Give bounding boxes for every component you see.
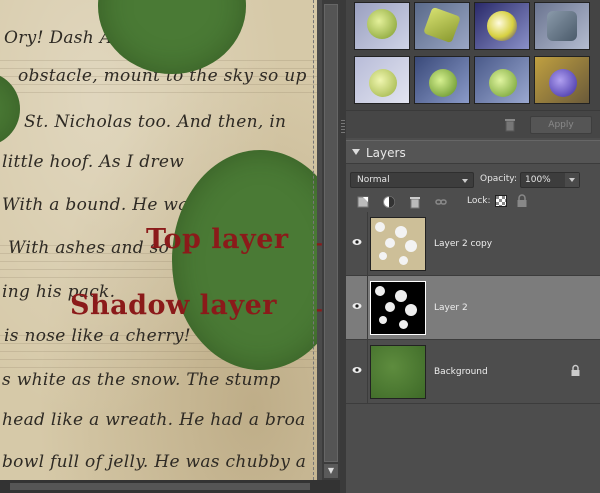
eye-icon[interactable] — [352, 302, 362, 310]
blend-mode-dropdown[interactable]: Normal — [350, 172, 474, 188]
chevron-down-icon — [462, 179, 468, 183]
layer-row-layer-2[interactable]: Layer 2 — [346, 276, 600, 340]
delete-layer-icon[interactable] — [408, 195, 422, 209]
new-layer-icon[interactable] — [356, 195, 370, 209]
vertical-scrollbar[interactable]: ▼ — [322, 0, 340, 480]
adjustment-layer-icon[interactable] — [382, 195, 396, 209]
apple-effect-1[interactable] — [354, 2, 410, 50]
scrollbar-thumb[interactable] — [10, 483, 310, 490]
layer-thumbnail — [370, 281, 426, 335]
layers-panel-header[interactable]: Layers — [346, 140, 600, 164]
script-line: head like a wreath. He had a broa — [2, 410, 306, 430]
layer-row-layer-2-copy[interactable]: Layer 2 copy — [346, 212, 600, 276]
apple-effect-4[interactable] — [534, 2, 590, 50]
collapse-triangle-icon[interactable] — [352, 149, 360, 155]
eye-icon[interactable] — [352, 366, 362, 374]
script-line: With a bound. He was — [2, 195, 198, 215]
horizontal-scrollbar[interactable] — [0, 480, 340, 493]
opacity-field[interactable]: 100% — [520, 172, 580, 188]
lock-all-icon[interactable] — [516, 194, 528, 208]
layers-toolbar: Lock: — [346, 192, 600, 212]
chevron-down-icon[interactable] — [565, 173, 579, 187]
layer-row-background[interactable]: Background — [346, 340, 600, 404]
lock-label: Lock: — [467, 196, 491, 206]
right-panel: Apply Layers Normal Opacity: 100% Lock: — [346, 0, 600, 493]
layer-thumbnail — [370, 345, 426, 399]
effects-toolbar: Apply — [346, 110, 600, 138]
apple-effect-3[interactable] — [474, 2, 530, 50]
script-line: s white as the snow. The stump — [2, 370, 281, 390]
apple-effect-7[interactable] — [474, 56, 530, 104]
script-line: little hoof. As I drew — [2, 152, 185, 172]
link-layers-icon[interactable] — [434, 195, 448, 209]
layer-name[interactable]: Layer 2 copy — [434, 239, 492, 249]
scrollbar-thumb[interactable] — [324, 4, 338, 462]
opacity-value: 100% — [525, 175, 551, 185]
blend-mode-value: Normal — [357, 175, 390, 185]
apple-effect-2[interactable] — [414, 2, 470, 50]
script-line: St. Nicholas too. And then, in — [24, 112, 287, 132]
apple-effect-8[interactable] — [534, 56, 590, 104]
top-layer-annotation: Top layer — [146, 224, 289, 255]
apply-button[interactable]: Apply — [530, 116, 592, 134]
divider — [367, 276, 368, 340]
layer-thumbnail — [370, 217, 426, 271]
scroll-down-arrow-icon[interactable]: ▼ — [324, 464, 338, 478]
layer-name[interactable]: Layer 2 — [434, 303, 468, 313]
layers-list: Layer 2 copy Layer 2 Background — [346, 212, 600, 493]
lock-icon — [571, 364, 580, 376]
grip-icon — [341, 120, 345, 134]
eye-icon[interactable] — [352, 238, 362, 246]
script-line: is nose like a cherry! — [4, 326, 191, 346]
layers-panel-title: Layers — [366, 146, 406, 160]
opacity-label: Opacity: — [480, 174, 517, 184]
apple-effect-6[interactable] — [414, 56, 470, 104]
lock-transparency-icon[interactable] — [495, 195, 507, 207]
shadow-layer-annotation: Shadow layer — [70, 290, 277, 321]
effects-panel — [346, 0, 600, 110]
apple-effect-5[interactable] — [354, 56, 410, 104]
layer-name[interactable]: Background — [434, 367, 488, 377]
divider — [367, 340, 368, 404]
script-line: bowl full of jelly. He was chubby a — [2, 452, 307, 472]
divider — [367, 212, 368, 276]
trash-icon[interactable] — [504, 118, 516, 132]
